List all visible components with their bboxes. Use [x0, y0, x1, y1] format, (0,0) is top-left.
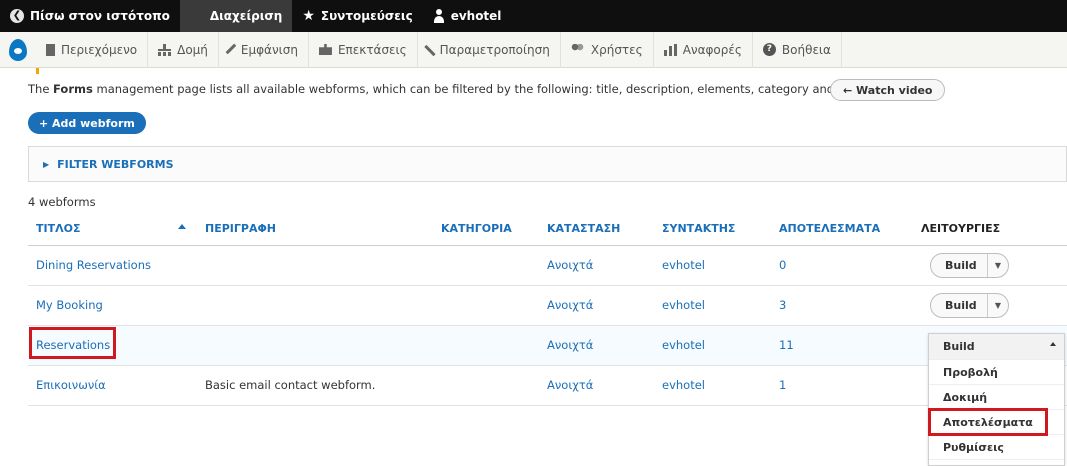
menu-item-structure[interactable]: Δομή: [148, 31, 219, 68]
header-category[interactable]: ΚΑΤΗΓΟΡΙΑ: [441, 222, 512, 235]
operations-dropbutton: Build ▼: [930, 293, 1009, 318]
drupal-logo-icon[interactable]: [0, 32, 36, 68]
webform-count: 4 webforms: [28, 195, 96, 209]
dropdown-item-settings[interactable]: Ρυθμίσεις: [929, 435, 1064, 460]
table-row: Reservations Ανοιχτά evhotel 11: [28, 326, 1067, 366]
menu-item-label: Εμφάνιση: [240, 42, 298, 57]
menu-item-content[interactable]: Περιεχόμενο: [36, 31, 149, 68]
menu-item-label: Αναφορές: [682, 42, 742, 57]
webform-status: Ανοιχτά: [547, 378, 594, 392]
menu-icon: [190, 11, 204, 22]
operations-dropbutton: Build ▼: [930, 253, 1009, 278]
webform-author-link[interactable]: evhotel: [662, 378, 705, 392]
webform-author-link[interactable]: evhotel: [662, 338, 705, 352]
shortcuts-tab[interactable]: ★ Συντομεύσεις: [292, 0, 422, 32]
webform-results-link[interactable]: 11: [779, 338, 794, 352]
menu-item-extend[interactable]: Επεκτάσεις: [309, 31, 418, 68]
menu-item-people[interactable]: Χρήστες: [561, 31, 654, 68]
dropdown-item-label: Προβολή: [943, 365, 998, 379]
webform-title-link[interactable]: Επικοινωνία: [36, 378, 106, 392]
chevron-down-icon[interactable]: ▼: [988, 261, 1008, 270]
webform-status: Ανοιχτά: [547, 338, 594, 352]
help-icon: ?: [762, 43, 776, 56]
filter-webforms-toggle[interactable]: ▶ FILTER WEBFORMS: [28, 146, 1067, 182]
dropdown-item-view[interactable]: Προβολή: [929, 360, 1064, 385]
table-row: Dining Reservations Ανοιχτά evhotel 0 Bu…: [28, 246, 1067, 286]
dropdown-item-label: Ρυθμίσεις: [943, 440, 1004, 454]
menu-item-configuration[interactable]: Παραμετροποίηση: [418, 31, 561, 68]
webform-status: Ανοιχτά: [547, 258, 594, 272]
reports-icon: [663, 43, 677, 56]
header-results[interactable]: ΑΠΟΤΕΛΕΣΜΑΤΑ: [779, 222, 880, 235]
header-operations: ΛΕΙΤΟΥΡΓΙΕΣ: [921, 222, 1001, 235]
highlight-box-results: [928, 408, 1048, 436]
manage-tab[interactable]: Διαχείριση: [179, 0, 293, 32]
accent-mark: [36, 68, 39, 74]
operations-dropdown-menu: Build Προβολή Δοκιμή Αποτελέσματα Ρυθμίσ…: [928, 333, 1065, 466]
caret-right-icon: ▶: [43, 159, 50, 169]
dropdown-item-build[interactable]: Build: [929, 334, 1064, 360]
desc-bold: Forms: [53, 82, 93, 96]
appearance-icon: [225, 43, 239, 56]
webforms-table: ΤΙΤΛΟΣ ΠΕΡΙΓΡΑΦΗ ΚΑΤΗΓΟΡΙΑ ΚΑΤΑΣΤΑΣΗ ΣΥΝ…: [28, 210, 1067, 406]
manage-label: Διαχείριση: [209, 9, 283, 23]
dropdown-item-test[interactable]: Δοκιμή: [929, 385, 1064, 410]
watch-video-button[interactable]: ← Watch video: [830, 79, 946, 101]
menu-item-label: Χρήστες: [590, 42, 643, 57]
configuration-icon: [423, 42, 438, 57]
menu-item-label: Περιεχόμενο: [61, 42, 138, 57]
build-button[interactable]: Build: [931, 254, 988, 277]
desc-post: management page lists all available webf…: [92, 82, 877, 96]
webform-results-link[interactable]: 0: [779, 258, 786, 272]
menu-item-help[interactable]: ? Βοήθεια: [753, 31, 842, 68]
webform-title-link[interactable]: Dining Reservations: [36, 258, 151, 272]
user-tab[interactable]: evhotel: [423, 0, 512, 32]
highlight-box-reservations: [29, 327, 116, 359]
header-status[interactable]: ΚΑΤΑΣΤΑΣΗ: [547, 222, 620, 235]
back-to-site-link[interactable]: ❮ Πίσω στον ιστότοπο: [0, 0, 180, 32]
admin-menu-bar: Περιεχόμενο Δομή Εμφάνιση Επεκτάσεις Παρ…: [0, 31, 1067, 68]
webform-author-link[interactable]: evhotel: [662, 298, 705, 312]
webform-title-link[interactable]: My Booking: [36, 298, 103, 312]
dropdown-item-label: Build: [943, 340, 975, 353]
filter-label: FILTER WEBFORMS: [57, 157, 174, 171]
people-icon: [570, 43, 585, 56]
header-author[interactable]: ΣΥΝΤΑΚΤΗΣ: [662, 222, 735, 235]
back-arrow-icon: ❮: [10, 9, 24, 23]
add-webform-button[interactable]: + Add webform: [28, 112, 146, 134]
table-row: Επικοινωνία Basic email contact webform.…: [28, 366, 1067, 406]
menu-item-label: Δομή: [177, 42, 208, 57]
dropdown-item-label: Δοκιμή: [943, 390, 988, 404]
header-title[interactable]: ΤΙΤΛΟΣ: [36, 222, 80, 235]
table-header: ΤΙΤΛΟΣ ΠΕΡΙΓΡΑΦΗ ΚΑΤΗΓΟΡΙΑ ΚΑΤΑΣΤΑΣΗ ΣΥΝ…: [28, 210, 1067, 246]
header-description[interactable]: ΠΕΡΙΓΡΑΦΗ: [205, 222, 276, 235]
user-icon: [433, 9, 445, 23]
desc-pre: The: [28, 82, 54, 96]
build-button[interactable]: Build: [931, 294, 988, 317]
chevron-down-icon[interactable]: ▼: [988, 301, 1008, 310]
back-to-site-label: Πίσω στον ιστότοπο: [30, 9, 170, 23]
webform-results-link[interactable]: 3: [779, 298, 786, 312]
chevron-up-icon[interactable]: [1050, 342, 1056, 346]
menu-item-label: Επεκτάσεις: [337, 42, 407, 57]
star-icon: ★: [302, 8, 315, 24]
structure-icon: [158, 43, 172, 56]
webform-status: Ανοιχτά: [547, 298, 594, 312]
shortcuts-label: Συντομεύσεις: [320, 9, 413, 23]
webform-results-link[interactable]: 1: [779, 378, 786, 392]
table-row: My Booking Ανοιχτά evhotel 3 Build ▼: [28, 286, 1067, 326]
page-description: The Forms management page lists all avai…: [28, 82, 877, 96]
menu-item-appearance[interactable]: Εμφάνιση: [219, 31, 309, 68]
user-label: evhotel: [450, 9, 502, 23]
menu-item-reports[interactable]: Αναφορές: [654, 31, 753, 68]
sort-ascending-icon: [178, 224, 186, 229]
admin-toolbar: ❮ Πίσω στον ιστότοπο Διαχείριση ★ Συντομ…: [0, 0, 1067, 32]
content-icon: [46, 43, 55, 56]
webform-description: Basic email contact webform.: [205, 378, 376, 392]
menu-item-label: Βοήθεια: [781, 42, 831, 57]
extend-icon: [318, 44, 332, 55]
webform-author-link[interactable]: evhotel: [662, 258, 705, 272]
menu-item-label: Παραμετροποίηση: [439, 42, 550, 57]
